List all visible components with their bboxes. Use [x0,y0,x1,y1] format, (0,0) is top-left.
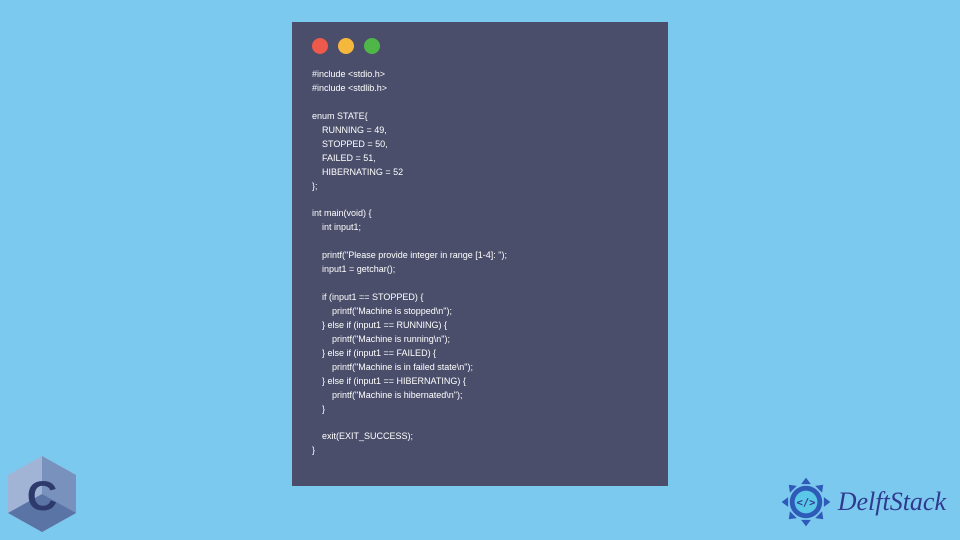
code-window: #include <stdio.h> #include <stdlib.h> e… [292,22,668,486]
close-icon [312,38,328,54]
c-language-logo-icon: C [6,454,78,534]
svg-text:</>: </> [796,497,815,509]
brand-name: DelftStack [838,487,946,517]
delftstack-gear-icon: </> [780,476,832,528]
code-content: #include <stdio.h> #include <stdlib.h> e… [292,64,668,474]
svg-text:C: C [27,472,57,519]
brand-logo: </> DelftStack [780,476,946,528]
maximize-icon [364,38,380,54]
minimize-icon [338,38,354,54]
window-controls [292,22,668,64]
